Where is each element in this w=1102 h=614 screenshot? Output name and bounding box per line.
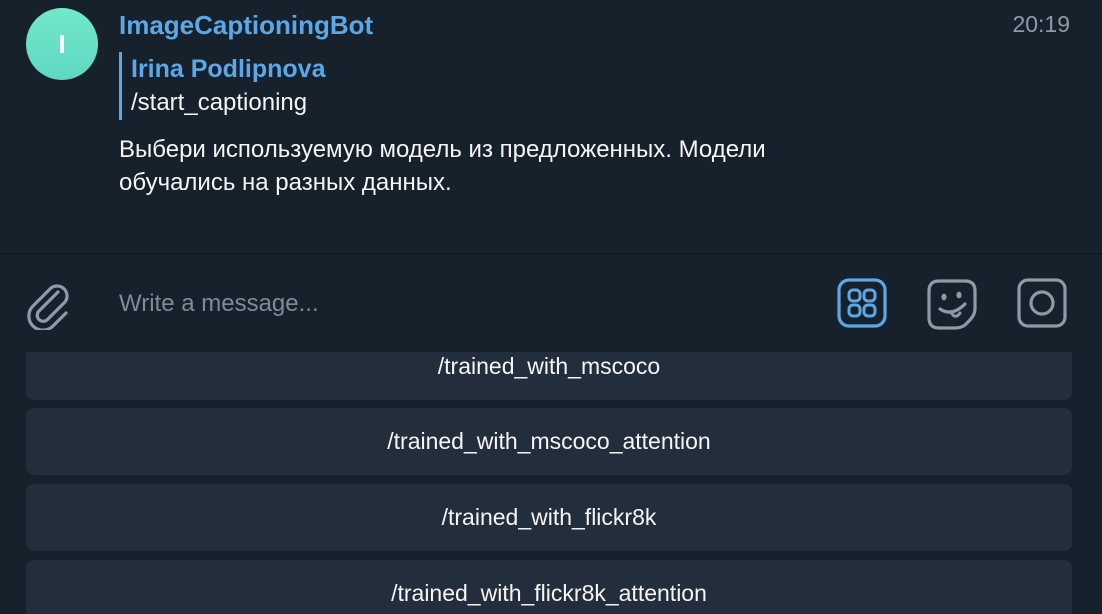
sticker-emoji-icon[interactable] <box>925 277 979 331</box>
message-composer <box>0 254 1102 352</box>
keyboard-button-label: /trained_with_mscoco_attention <box>387 428 711 454</box>
message-body: Выбери используемую модель из предложенн… <box>119 133 879 199</box>
camera-icon[interactable] <box>1016 277 1068 329</box>
keyboard-button-mscoco-attention[interactable]: /trained_with_mscoco_attention <box>26 408 1072 475</box>
chat-history: I ImageCaptioningBot 20:19 Irina Podlipn… <box>0 0 1102 253</box>
message-timestamp: 20:19 <box>1012 11 1070 37</box>
message-input[interactable] <box>119 284 799 324</box>
bot-avatar[interactable]: I <box>26 8 98 80</box>
paperclip-icon[interactable] <box>22 278 74 332</box>
message-line-1: Выбери используемую модель из предложенн… <box>119 136 766 163</box>
keyboard-button-label: /trained_with_flickr8k <box>441 504 657 530</box>
keyboard-button-mscoco[interactable]: /trained_with_mscoco <box>26 352 1072 400</box>
reply-text: /start_captioning <box>131 89 308 116</box>
reply-author: Irina Podlipnova <box>131 55 326 83</box>
reply-quote[interactable]: Irina Podlipnova /start_captioning <box>119 52 325 120</box>
keyboard-button-flickr8k[interactable]: /trained_with_flickr8k <box>26 484 1072 551</box>
bot-keyboard-icon[interactable] <box>836 277 888 329</box>
keyboard-button-label: /trained_with_flickr8k_attention <box>391 580 707 606</box>
bot-reply-keyboard: /trained_with_mscoco /trained_with_mscoc… <box>0 352 1102 614</box>
avatar-initial: I <box>58 28 66 59</box>
keyboard-button-flickr8k-attention[interactable]: /trained_with_flickr8k_attention <box>26 560 1072 614</box>
sender-name[interactable]: ImageCaptioningBot <box>119 10 373 40</box>
message-line-2: обучались на разных данных. <box>119 169 452 196</box>
keyboard-button-label: /trained_with_mscoco <box>437 353 661 379</box>
